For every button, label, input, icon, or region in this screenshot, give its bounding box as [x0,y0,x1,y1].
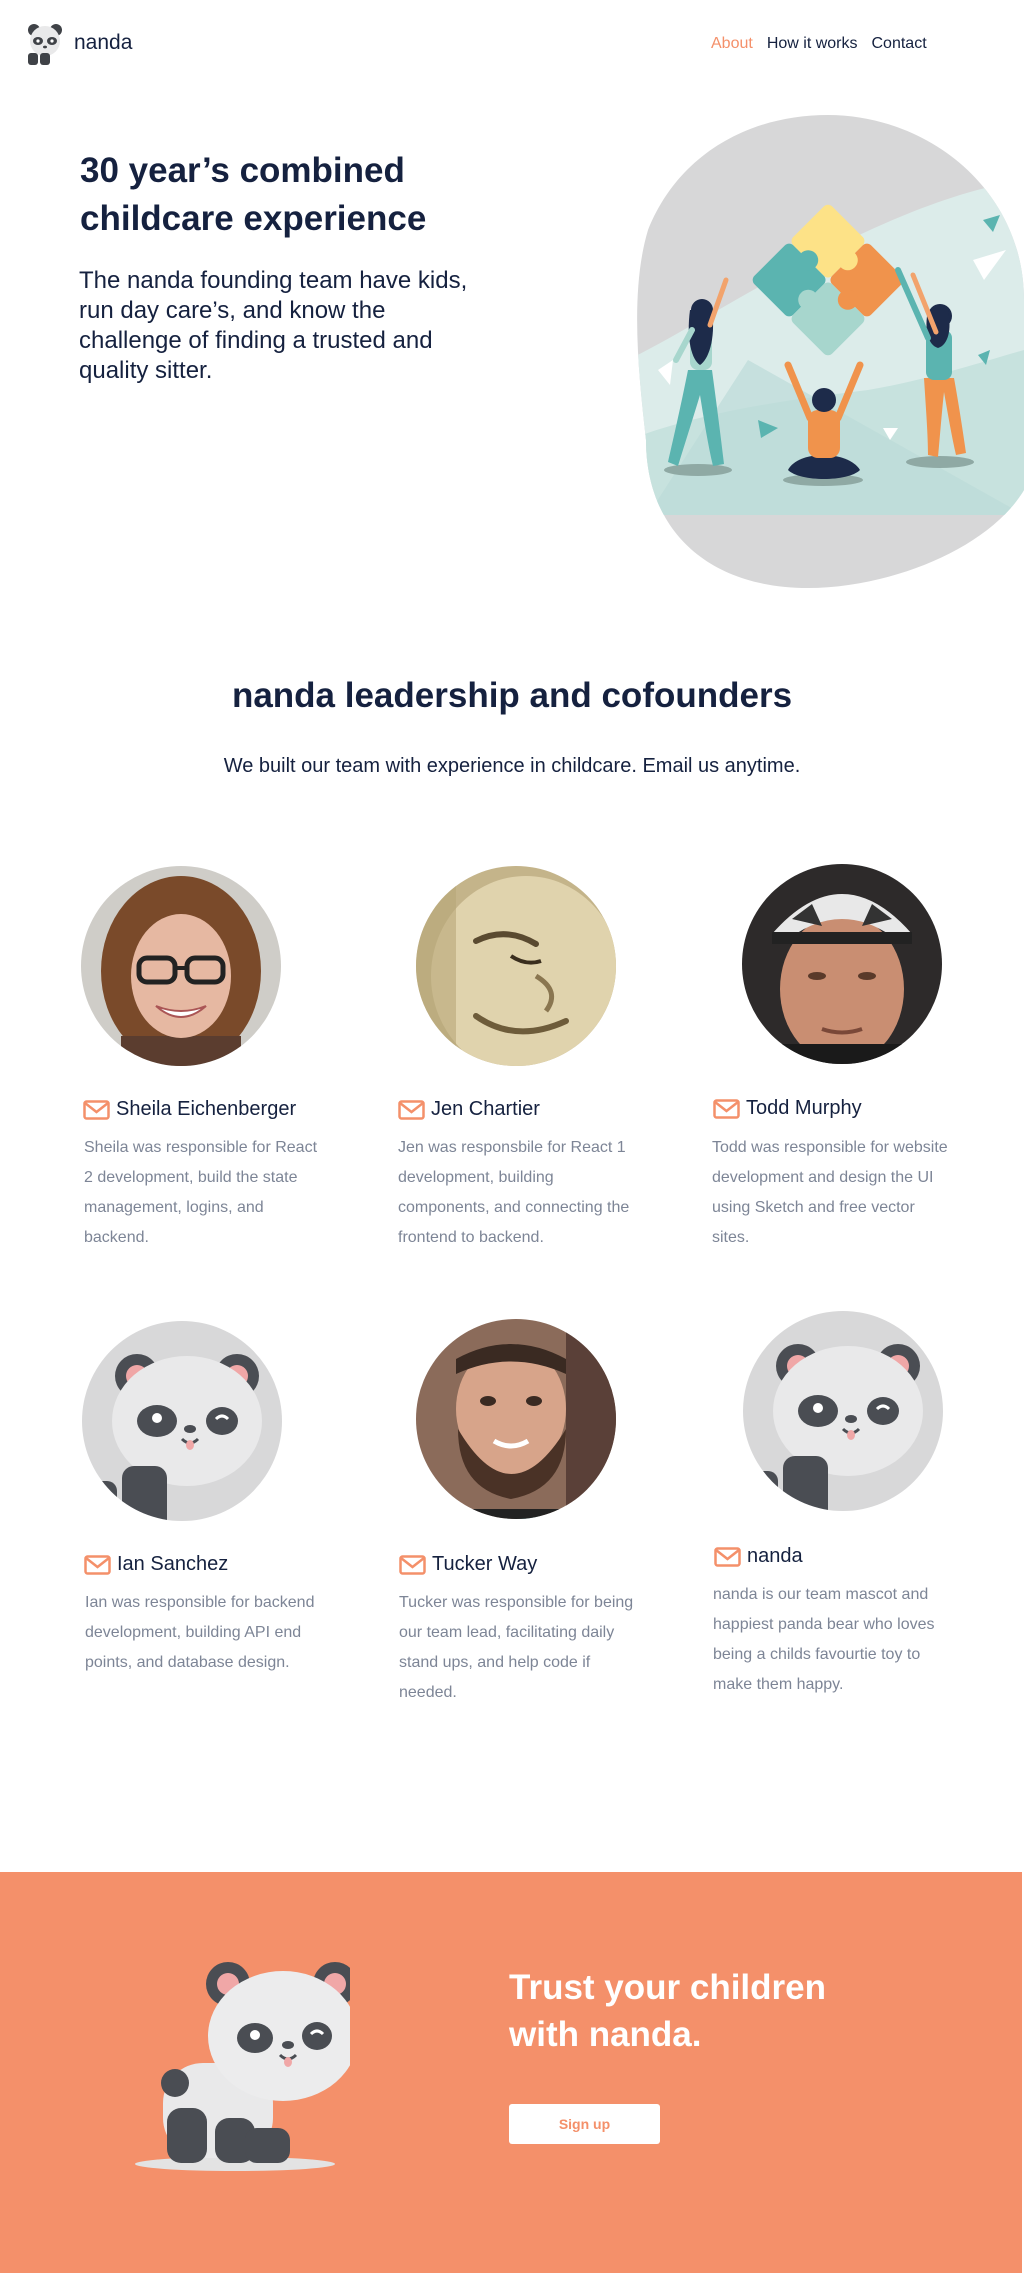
member-contact-line: nanda [714,1545,803,1568]
sheila-photo [81,866,281,1066]
panda-mascot-icon [135,1962,350,2171]
email-icon[interactable] [714,1546,741,1567]
team-title: nanda leadership and cofounders [231,676,793,715]
email-icon[interactable] [83,1099,110,1120]
hero-text: The nanda founding team have kids, run d… [79,267,468,384]
member-description: Jen was responsbile for React 1 developm… [398,1139,630,1246]
member-name: Todd Murphy [746,1097,862,1119]
nav-about[interactable]: About [711,35,753,53]
brand-name[interactable]: nanda [74,31,132,55]
member-description: Sheila was responsible for React 2 devel… [84,1139,318,1246]
member-description: Ian was responsible for backend developm… [85,1594,315,1671]
email-icon[interactable] [399,1554,426,1575]
puzzle-team-illustration [637,115,1024,588]
main-nav: About How it works Contact [711,35,927,53]
member-name: Ian Sanchez [117,1553,229,1575]
todd-photo [742,864,942,1064]
cta-title: Trust your children with nanda. [509,1968,826,2054]
hero-title: 30 year’s combined childcare experience [80,151,427,238]
member-description: Tucker was responsible for being our tea… [399,1594,634,1701]
member-contact-line: Ian Sanchez [84,1553,228,1576]
jen-photo [416,866,616,1066]
nav-contact[interactable]: Contact [872,35,927,53]
member-description: Todd was responsible for website develop… [712,1139,948,1246]
member-name: Jen Chartier [431,1098,540,1120]
member-contact-line: Jen Chartier [398,1098,540,1121]
email-icon[interactable] [713,1098,740,1119]
nav-how-it-works[interactable]: How it works [767,35,858,53]
panda-avatar [743,1311,943,1511]
member-contact-line: Todd Murphy [713,1097,862,1120]
sign-up-button[interactable]: Sign up [509,2104,660,2144]
member-name: Tucker Way [432,1553,538,1575]
panda-logo-icon[interactable] [22,22,68,66]
member-contact-line: Sheila Eichenberger [83,1098,296,1121]
team-subtitle: We built our team with experience in chi… [223,755,801,777]
member-description: nanda is our team mascot and happiest pa… [713,1586,935,1693]
member-name: Sheila Eichenberger [116,1098,297,1120]
site-header: nanda About How it works Contact [0,0,1024,90]
panda-avatar [82,1321,282,1521]
cta-section: Trust your children with nanda. Sign up [0,1872,1022,2273]
email-icon[interactable] [84,1554,111,1575]
member-contact-line: Tucker Way [399,1553,537,1576]
email-icon[interactable] [398,1099,425,1120]
member-name: nanda [747,1545,803,1567]
tucker-photo [416,1319,616,1519]
